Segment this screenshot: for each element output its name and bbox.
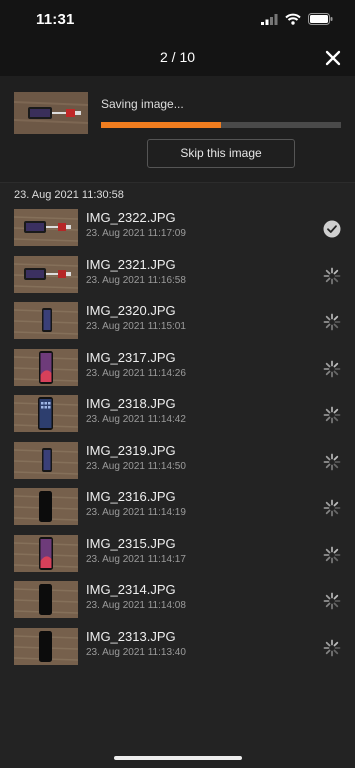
image-thumbnail: [14, 441, 78, 479]
saving-panel: Saving image... Skip this image: [0, 76, 355, 183]
file-date: 23. Aug 2021 11:14:17: [86, 553, 186, 565]
list-item[interactable]: IMG_2320.JPG 23. Aug 2021 11:15:01: [0, 298, 355, 345]
list-item[interactable]: IMG_2313.JPG 23. Aug 2021 11:13:40: [0, 624, 355, 671]
progress-counter: 2 / 10: [159, 49, 196, 65]
file-date: 23. Aug 2021 11:14:19: [86, 507, 186, 518]
skip-image-button[interactable]: Skip this image: [147, 139, 295, 168]
list-item[interactable]: IMG_2316.JPG 23. Aug 2021 11:14:19: [0, 484, 355, 531]
image-thumbnail: [14, 255, 78, 293]
spinner-icon: [323, 267, 341, 284]
spinner-icon: [323, 453, 341, 470]
image-thumbnail: [14, 395, 78, 432]
spinner-icon: [323, 360, 341, 377]
image-thumbnail: [14, 302, 78, 339]
close-icon[interactable]: [323, 48, 343, 68]
current-image-thumbnail: [14, 92, 88, 134]
image-thumbnail: [14, 581, 78, 618]
image-thumbnail: [14, 488, 78, 525]
list-item[interactable]: IMG_2317.JPG 23. Aug 2021 11:14:26: [0, 345, 355, 392]
image-thumbnail: [14, 534, 78, 572]
save-progress-bar: [101, 122, 341, 128]
image-list: IMG_2322.JPG 23. Aug 2021 11:17:09 IMG_232…: [0, 205, 355, 670]
home-indicator: [114, 756, 242, 760]
file-date: 23. Aug 2021 11:15:01: [86, 321, 186, 332]
check-circle-icon: [323, 220, 341, 238]
status-time: 11:31: [36, 11, 75, 28]
file-date: 23. Aug 2021 11:13:40: [86, 646, 186, 658]
file-date: 23. Aug 2021 11:17:09: [86, 228, 186, 239]
file-date: 23. Aug 2021 11:14:42: [86, 414, 186, 425]
spinner-icon: [323, 406, 341, 424]
file-date: 23. Aug 2021 11:14:08: [86, 600, 186, 611]
spinner-icon: [323, 546, 341, 563]
save-progress-fill: [101, 122, 221, 128]
file-date: 23. Aug 2021 11:16:58: [86, 274, 186, 286]
image-thumbnail: [14, 348, 78, 386]
list-item[interactable]: IMG_2319.JPG 23. Aug 2021 11:14:50: [0, 438, 355, 485]
saving-label: Saving image...: [101, 97, 184, 111]
spinner-icon: [323, 313, 341, 331]
file-name: IMG_2321.JPG: [86, 256, 176, 272]
navigation-bar: 2 / 10: [0, 40, 355, 76]
spinner-icon: [323, 592, 341, 610]
battery-icon: [308, 13, 333, 25]
file-name: IMG_2314.JPG: [86, 582, 176, 597]
list-item[interactable]: IMG_2321.JPG 23. Aug 2021 11:16:58: [0, 252, 355, 299]
spinner-icon: [323, 499, 341, 517]
file-name: IMG_2315.JPG: [86, 535, 176, 551]
status-bar: 11:31: [0, 0, 355, 40]
file-name: IMG_2319.JPG: [86, 442, 176, 458]
file-name: IMG_2313.JPG: [86, 628, 176, 644]
file-date: 23. Aug 2021 11:14:50: [86, 460, 186, 472]
list-item[interactable]: IMG_2322.JPG 23. Aug 2021 11:17:09: [0, 205, 355, 252]
status-icons: [261, 13, 333, 25]
section-header: 23. Aug 2021 11:30:58: [14, 189, 124, 201]
image-thumbnail: [14, 627, 78, 665]
list-item[interactable]: IMG_2314.JPG 23. Aug 2021 11:14:08: [0, 577, 355, 624]
file-name: IMG_2318.JPG: [86, 396, 176, 411]
list-item[interactable]: IMG_2318.JPG 23. Aug 2021 11:14:42: [0, 391, 355, 438]
file-name: IMG_2317.JPG: [86, 349, 176, 365]
file-name: IMG_2316.JPG: [86, 489, 176, 504]
file-name: IMG_2322.JPG: [86, 210, 176, 225]
file-name: IMG_2320.JPG: [86, 303, 176, 318]
list-item[interactable]: IMG_2315.JPG 23. Aug 2021 11:14:17: [0, 531, 355, 578]
image-thumbnail: [14, 209, 78, 246]
spinner-icon: [323, 639, 341, 656]
cellular-signal-icon: [261, 13, 278, 25]
file-date: 23. Aug 2021 11:14:26: [86, 367, 186, 379]
wifi-icon: [285, 13, 301, 25]
